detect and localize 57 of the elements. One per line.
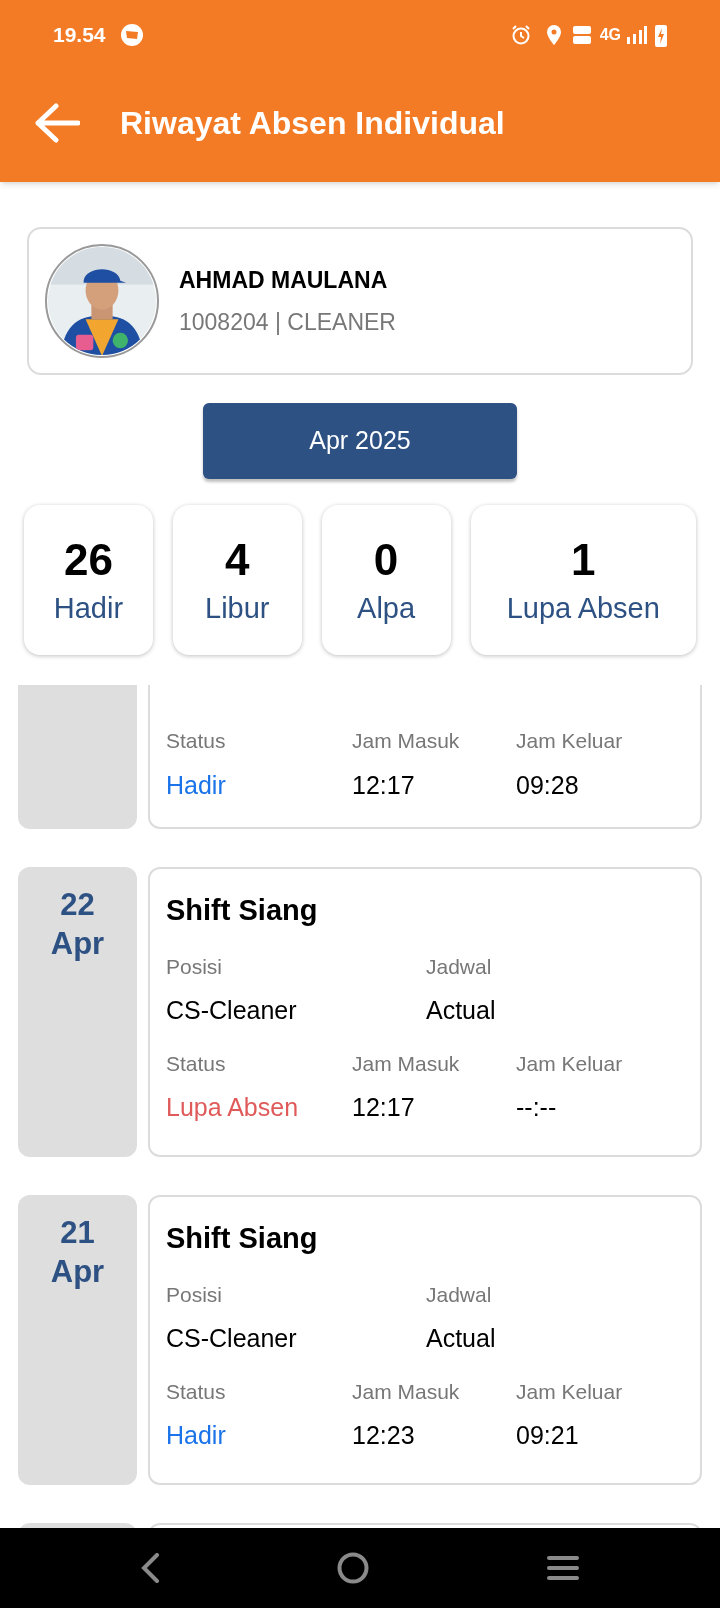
month-picker-button[interactable]: Apr 2025 bbox=[203, 403, 517, 479]
battery-charging-icon bbox=[655, 23, 667, 47]
clock-out-time: 09:28 bbox=[516, 769, 580, 801]
clock-in-time: 12:23 bbox=[352, 1420, 416, 1451]
stat-value: 4 bbox=[225, 537, 250, 582]
clock-out-time: 09:21 bbox=[516, 1420, 580, 1451]
schedule-value: Actual bbox=[426, 1323, 496, 1354]
clock-out-time: --:-- bbox=[516, 1092, 558, 1123]
date-day: 22 bbox=[60, 889, 95, 920]
date-month: Apr bbox=[50, 1256, 105, 1287]
status-time: 19.54 bbox=[53, 22, 106, 49]
home-nav-icon[interactable] bbox=[337, 1552, 369, 1584]
position-label: Posisi bbox=[166, 953, 224, 980]
position-value: CS-Cleaner bbox=[166, 995, 298, 1026]
status-value: Hadir bbox=[166, 769, 227, 801]
schedule-label: Jadwal bbox=[426, 953, 493, 980]
schedule-value: Actual bbox=[426, 995, 496, 1026]
location-icon bbox=[545, 24, 562, 46]
screen-title: Riwayat Absen Individual bbox=[120, 104, 505, 143]
position-value: CS-Cleaner bbox=[166, 1323, 298, 1354]
clock-in-time: 12:17 bbox=[352, 1092, 416, 1123]
status-value: Lupa Absen bbox=[166, 1092, 300, 1123]
back-nav-icon[interactable] bbox=[140, 1553, 160, 1583]
status-label: Status bbox=[166, 1050, 227, 1077]
shift-name: Shift Siang bbox=[166, 1221, 319, 1256]
shift-name: Shift Siang bbox=[166, 893, 319, 928]
stat-label: Hadir bbox=[53, 593, 124, 623]
status-label: Status bbox=[166, 1378, 227, 1405]
stat-value: 1 bbox=[571, 537, 596, 582]
attendance-card[interactable]: Status Hadir Jam Masuk 12:17 Jam Keluar 09:28 bbox=[148, 685, 702, 829]
schedule-label: Jadwal bbox=[426, 1281, 493, 1308]
stat-label: Alpa bbox=[357, 593, 416, 623]
menu-nav-icon[interactable] bbox=[546, 1554, 580, 1582]
clock-out-label: Jam Keluar bbox=[516, 1378, 623, 1405]
network-type: 4G bbox=[599, 25, 621, 45]
stat-label: Libur bbox=[205, 593, 270, 623]
date-day: 21 bbox=[60, 1217, 95, 1248]
clock-in-time: 12:17 bbox=[352, 769, 416, 801]
employee-name: AHMAD MAULANA bbox=[179, 265, 389, 295]
clock-in-label: Jam Masuk bbox=[352, 728, 461, 754]
stat-label: Lupa Absen bbox=[506, 593, 660, 623]
employee-details: 1008204 | CLEANER bbox=[179, 308, 396, 337]
back-arrow-icon[interactable] bbox=[34, 103, 80, 143]
clock-in-label: Jam Masuk bbox=[352, 1378, 461, 1405]
stat-value: 26 bbox=[63, 537, 113, 582]
attendance-card[interactable]: Shift Siang Posisi CS-Cleaner Jadwal Actual Status Hadir Jam Masuk 12:23 Jam Keluar 09:21 bbox=[148, 1195, 702, 1485]
clock-out-label: Jam Keluar bbox=[516, 728, 623, 754]
clock-in-label: Jam Masuk bbox=[352, 1050, 461, 1077]
clock-out-label: Jam Keluar bbox=[516, 1050, 623, 1077]
stat-value: 0 bbox=[373, 537, 399, 582]
date-month: Apr bbox=[50, 928, 105, 959]
position-label: Posisi bbox=[166, 1281, 224, 1308]
notification-icon bbox=[119, 23, 144, 47]
status-label: Status bbox=[166, 728, 227, 754]
signal-icon bbox=[625, 25, 647, 45]
status-value: Hadir bbox=[166, 1420, 227, 1451]
attendance-card[interactable]: Shift Siang Posisi CS-Cleaner Jadwal Actual Status Lupa Absen Jam Masuk 12:17 Jam Keluar --:-- bbox=[148, 867, 702, 1157]
